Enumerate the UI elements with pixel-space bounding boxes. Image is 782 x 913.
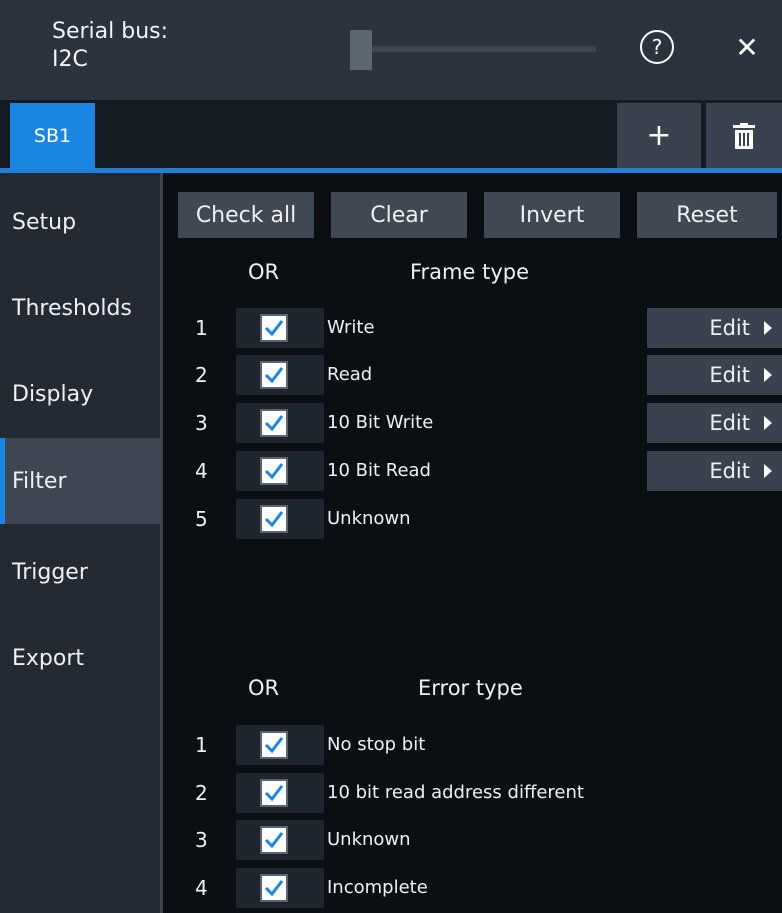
error-checkbox-cell [236, 773, 324, 813]
error-row-label: 10 bit read address different [327, 782, 584, 803]
dialog-position-slider[interactable] [350, 30, 600, 70]
add-tab-button[interactable]: + [617, 103, 701, 168]
edit-button[interactable]: Edit [647, 355, 782, 395]
sidebar-item-filter[interactable]: Filter [0, 438, 160, 524]
frame-row-label: Unknown [327, 508, 411, 529]
frame-checkbox-cell [236, 403, 324, 443]
checkmark-icon [264, 367, 284, 384]
error-checkbox-cell [236, 725, 324, 765]
frame-checkbox-cell [236, 499, 324, 539]
frame-checkbox[interactable] [260, 457, 288, 485]
title-line-2: I2C [52, 47, 88, 72]
sidebar-item-label: Thresholds [12, 295, 132, 321]
frame-row-label: 10 Bit Write [327, 412, 434, 433]
error-row-number: 1 [195, 733, 208, 757]
error-row-label: Unknown [327, 829, 411, 850]
tab-sb1-label: SB1 [33, 125, 72, 147]
tab-sb1[interactable]: SB1 [10, 103, 95, 169]
sidebar-item-trigger[interactable]: Trigger [0, 529, 160, 615]
frame-row-label: Write [327, 317, 375, 338]
error-type-header: Error type [418, 676, 523, 700]
frame-row-number: 1 [195, 316, 208, 340]
checkmark-icon [264, 832, 284, 849]
error-row-label: No stop bit [327, 734, 426, 755]
frame-or-header: OR [248, 260, 280, 284]
chevron-right-icon [764, 464, 772, 478]
frame-checkbox[interactable] [260, 314, 288, 342]
slider-thumb[interactable] [350, 30, 372, 70]
error-checkbox-cell [236, 868, 324, 908]
help-icon[interactable]: ? [640, 30, 674, 64]
sidebar-item-label: Trigger [12, 559, 88, 585]
error-checkbox-cell [236, 820, 324, 860]
error-checkbox[interactable] [260, 826, 288, 854]
frame-checkbox-cell [236, 355, 324, 395]
sidebar-item-thresholds[interactable]: Thresholds [0, 265, 160, 351]
edit-label: Edit [709, 363, 750, 387]
dialog-title: Serial bus: I2C [52, 18, 168, 74]
clear-button[interactable]: Clear [331, 192, 467, 238]
invert-button[interactable]: Invert [484, 192, 620, 238]
frame-type-header: Frame type [410, 260, 530, 284]
frame-row-label: Read [327, 364, 373, 385]
checkmark-icon [264, 320, 284, 337]
frame-row-number: 4 [195, 459, 208, 483]
check-all-label: Check all [195, 202, 297, 228]
close-glyph: ✕ [735, 30, 759, 64]
clear-label: Clear [370, 202, 428, 228]
frame-checkbox-cell [236, 308, 324, 348]
error-or-header: OR [248, 676, 280, 700]
error-checkbox[interactable] [260, 779, 288, 807]
error-row-number: 4 [195, 876, 208, 900]
frame-checkbox[interactable] [260, 409, 288, 437]
reset-button[interactable]: Reset [637, 192, 777, 238]
frame-row-label: 10 Bit Read [327, 460, 431, 481]
frame-row-number: 5 [195, 507, 208, 531]
edit-button[interactable]: Edit [647, 451, 782, 491]
invert-label: Invert [519, 202, 585, 228]
checkmark-icon [264, 785, 284, 802]
sidebar-item-label: Export [12, 645, 85, 671]
error-checkbox[interactable] [260, 874, 288, 902]
sidebar: Setup Thresholds Display Filter Trigger … [0, 173, 160, 913]
reset-label: Reset [676, 202, 738, 228]
sidebar-item-label: Display [12, 381, 94, 407]
edit-button[interactable]: Edit [647, 403, 782, 443]
sidebar-item-label: Setup [12, 209, 77, 235]
error-row-number: 3 [195, 828, 208, 852]
frame-checkbox[interactable] [260, 505, 288, 533]
edit-button[interactable]: Edit [647, 308, 782, 348]
checkmark-icon [264, 463, 284, 480]
plus-icon: + [646, 118, 672, 153]
active-indicator [0, 438, 5, 524]
checkmark-icon [264, 880, 284, 897]
check-all-button[interactable]: Check all [178, 192, 314, 238]
trash-icon [733, 122, 755, 149]
help-glyph: ? [651, 35, 663, 59]
close-icon[interactable]: ✕ [730, 28, 764, 66]
slider-track [350, 46, 596, 52]
sidebar-item-setup[interactable]: Setup [0, 179, 160, 265]
error-row-label: Incomplete [327, 877, 428, 898]
edit-label: Edit [709, 411, 750, 435]
frame-checkbox-cell [236, 451, 324, 491]
checkmark-icon [264, 511, 284, 528]
checkmark-icon [264, 737, 284, 754]
chevron-right-icon [764, 416, 772, 430]
error-row-number: 2 [195, 781, 208, 805]
chevron-right-icon [764, 321, 772, 335]
checkmark-icon [264, 415, 284, 432]
sidebar-item-label: Filter [12, 468, 67, 494]
frame-row-number: 2 [195, 363, 208, 387]
frame-row-number: 3 [195, 411, 208, 435]
error-checkbox[interactable] [260, 731, 288, 759]
delete-tab-button[interactable] [706, 103, 782, 168]
chevron-right-icon [764, 368, 772, 382]
edit-label: Edit [709, 459, 750, 483]
title-line-1: Serial bus: [52, 19, 169, 44]
sidebar-item-export[interactable]: Export [0, 615, 160, 701]
edit-label: Edit [709, 316, 750, 340]
sidebar-item-display[interactable]: Display [0, 351, 160, 437]
frame-checkbox[interactable] [260, 361, 288, 389]
